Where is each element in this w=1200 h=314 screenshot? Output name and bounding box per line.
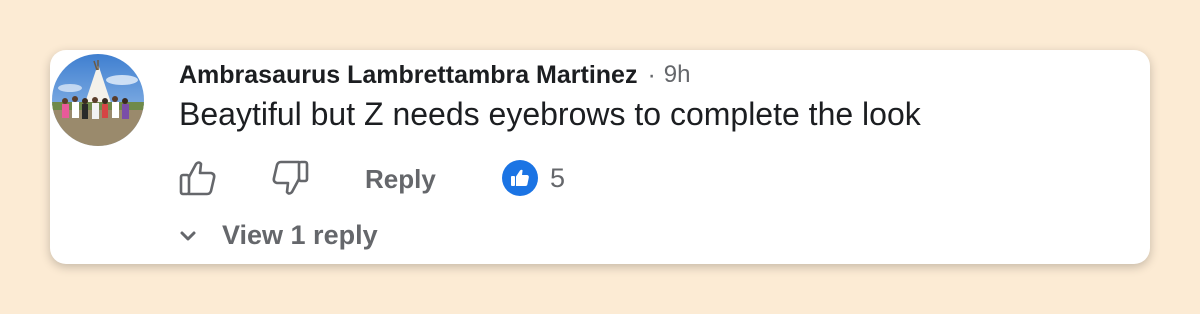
comment-text: Beaytiful but Z needs eyebrows to comple… — [179, 96, 921, 132]
reply-button[interactable]: Reply — [365, 164, 436, 195]
comment-card: Ambrasaurus Lambrettambra Martinez · 9h … — [50, 50, 1150, 264]
author-name[interactable]: Ambrasaurus Lambrettambra Martinez — [179, 61, 637, 90]
chevron-down-icon — [180, 231, 196, 240]
like-reaction-icon — [502, 160, 538, 196]
view-replies-label: View 1 reply — [222, 220, 378, 250]
separator-dot: · — [647, 60, 656, 89]
reaction-count: 5 — [550, 162, 566, 193]
avatar[interactable] — [52, 54, 144, 146]
comment-header: Ambrasaurus Lambrettambra Martinez · 9h — [179, 60, 691, 90]
timestamp[interactable]: 9h — [664, 61, 691, 89]
reaction-summary[interactable]: 5 — [502, 160, 565, 196]
avatar-photo — [52, 54, 144, 146]
comment-actions: Reply 5 — [178, 156, 778, 200]
view-replies-button[interactable]: View 1 reply — [178, 220, 378, 251]
thumbs-down-outline-icon[interactable] — [270, 158, 310, 198]
thumbs-up-outline-icon[interactable] — [178, 158, 218, 198]
